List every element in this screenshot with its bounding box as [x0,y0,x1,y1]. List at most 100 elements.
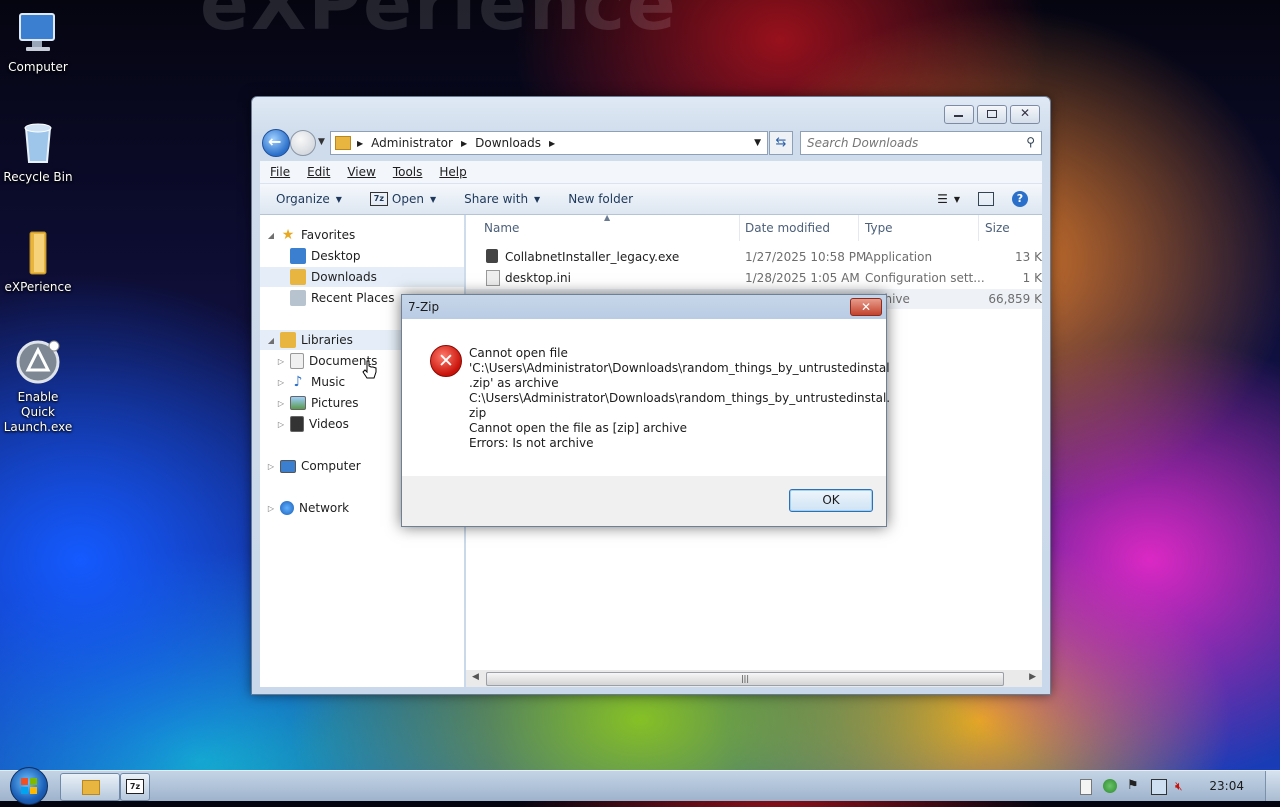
settings-file-icon [486,270,500,286]
desktop-icon-experience[interactable]: eXPerience [0,228,76,295]
column-header-date-modified[interactable]: Date modified [745,221,830,235]
desktop-icon-recycle-bin[interactable]: Recycle Bin [0,118,76,185]
show-desktop-button[interactable] [1265,771,1280,801]
folder-icon [335,136,351,150]
scroll-right-arrow-icon[interactable]: ▶ [1029,672,1036,682]
menu-help[interactable]: Help [439,165,466,179]
nav-pictures[interactable]: ▷ Pictures [276,393,359,413]
desktop-icon-enable-quick-launch[interactable]: Enable Quick Launch.exe [0,338,76,435]
back-button[interactable] [262,129,290,157]
view-options-icon[interactable]: ☰ [937,192,948,206]
share-with-button[interactable]: Share with ▼ [464,192,540,206]
nav-label: Libraries [301,333,353,347]
tray-volume-muted-icon[interactable]: 🔇︎ [1175,779,1189,793]
address-row: ▼ ▶ Administrator ▶ Downloads ▶ ▼ ⇆ ⚲ [260,129,1042,157]
tray-action-center-flag-icon[interactable]: ⚑ [1127,779,1141,793]
menu-file[interactable]: File [270,165,290,179]
minimize-button[interactable] [944,105,974,124]
column-header-type[interactable]: Type [865,221,893,235]
taskbar-7zip-button[interactable]: 7z [120,773,150,801]
collapse-arrow-icon[interactable]: ▷ [276,420,286,429]
file-row[interactable]: desktop.ini 1/28/2025 1:05 AM Configurat… [466,268,1042,288]
horizontal-scrollbar[interactable]: ◀ ||| ▶ [466,670,1042,687]
nav-music[interactable]: ▷ ♪ Music [276,372,345,392]
collapse-arrow-icon[interactable]: ▷ [276,357,286,366]
address-dropdown[interactable]: ▼ [754,138,761,148]
new-folder-button[interactable]: New folder [568,192,633,206]
scroll-left-arrow-icon[interactable]: ◀ [472,672,479,682]
breadcrumb-administrator[interactable]: Administrator [371,136,453,150]
breadcrumb-separator[interactable]: ▶ [357,139,363,148]
forward-button[interactable] [290,130,316,156]
documents-icon [290,353,304,369]
collapse-arrow-icon[interactable]: ▷ [266,504,276,513]
nav-label: Downloads [311,270,377,284]
recycle-bin-icon [14,118,62,166]
nav-network[interactable]: ▷ Network [266,498,349,518]
chevron-down-icon: ▼ [335,194,342,204]
maximize-button[interactable] [977,105,1007,124]
application-file-icon [486,249,498,263]
search-icon[interactable]: ⚲ [1026,135,1035,149]
chevron-down-icon: ▼ [429,194,437,204]
taskbar-explorer-button[interactable] [60,773,120,801]
dialog-title-bar[interactable]: 7-Zip ✕ [402,295,886,319]
address-bar[interactable]: ▶ Administrator ▶ Downloads ▶ ▼ [330,131,768,155]
nav-videos[interactable]: ▷ Videos [276,414,349,434]
menu-edit[interactable]: Edit [307,165,330,179]
nav-desktop[interactable]: Desktop [286,246,361,266]
collapse-arrow-icon[interactable]: ▷ [276,399,286,408]
nav-label: Music [311,375,346,389]
open-button[interactable]: 7z Open ▼ [369,192,437,206]
menu-view[interactable]: View [347,165,375,179]
tray-security-icon[interactable] [1103,779,1117,793]
preview-pane-icon[interactable] [978,192,994,206]
file-row[interactable]: CollabnetInstaller_legacy.exe 1/27/2025 … [466,247,1042,267]
nav-label: Favorites [301,228,356,242]
nav-downloads[interactable]: Downloads [260,267,464,287]
breadcrumb-separator[interactable]: ▶ [461,139,467,148]
nav-label: Desktop [311,249,361,263]
column-divider[interactable] [739,215,740,241]
search-input[interactable] [801,132,1015,154]
breadcrumb-separator[interactable]: ▶ [549,139,555,148]
desktop-icon-computer[interactable]: Computer [0,8,76,75]
search-box[interactable]: ⚲ [800,131,1042,155]
breadcrumb-downloads[interactable]: Downloads [475,136,541,150]
file-size: 1 K [1022,271,1042,285]
column-divider[interactable] [978,215,979,241]
collapse-arrow-icon[interactable]: ▷ [266,462,276,471]
file-size: 66,859 K [988,292,1042,306]
menu-bar: File Edit View Tools Help [260,161,1042,184]
organize-label: Organize [276,192,330,206]
column-header-size[interactable]: Size [985,221,1010,235]
expand-arrow-icon[interactable]: ◢ [266,231,276,240]
column-header-name[interactable]: Name [484,221,519,235]
tray-document-icon[interactable] [1080,779,1092,795]
organize-button[interactable]: Organize ▼ [276,192,342,206]
nav-computer[interactable]: ▷ Computer [266,456,361,476]
taskbar-clock[interactable]: 23:04 [1209,779,1244,793]
collapse-arrow-icon[interactable]: ▷ [276,378,286,387]
nav-label: Computer [301,459,361,473]
folder-icon [82,780,100,795]
taskbar: 7z ⚑ 🔇︎ 23:04 [0,767,1280,805]
ok-button[interactable]: OK [789,489,873,512]
expand-arrow-icon[interactable]: ◢ [266,336,276,345]
column-divider[interactable] [858,215,859,241]
nav-favorites[interactable]: ◢ ★ Favorites [266,225,355,245]
recent-pages-dropdown[interactable]: ▼ [318,137,325,147]
start-button[interactable] [10,767,48,805]
scrollbar-thumb[interactable]: ||| [486,672,1004,686]
nav-recent-places[interactable]: Recent Places [286,288,394,308]
nav-label: Pictures [311,396,359,410]
dialog-close-button[interactable]: ✕ [850,298,882,316]
help-icon[interactable]: ? [1012,191,1028,207]
7zip-error-dialog: 7-Zip ✕ ✕ Cannot open file 'C:\Users\Adm… [401,294,890,527]
chevron-down-icon[interactable]: ▼ [954,195,960,204]
computer-icon [14,8,62,56]
close-window-button[interactable]: ✕ [1010,105,1040,124]
tray-network-icon[interactable] [1151,779,1167,795]
refresh-button[interactable]: ⇆ [769,131,793,155]
menu-tools[interactable]: Tools [393,165,423,179]
